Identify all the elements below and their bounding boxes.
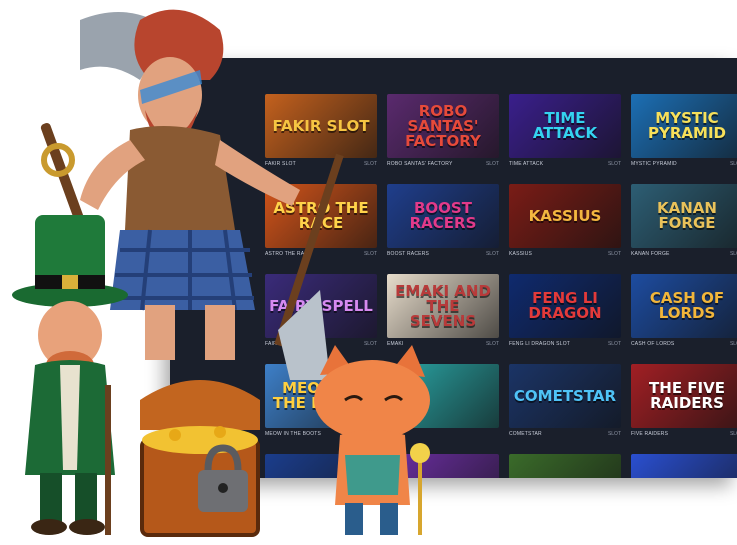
game-logo-text: KANAN FORGE bbox=[657, 199, 717, 232]
game-tile[interactable] bbox=[509, 454, 621, 478]
game-logo-text: FENG LI DRAGON bbox=[528, 289, 602, 322]
game-type: Slot bbox=[729, 431, 737, 437]
game-thumbnail[interactable]: BOOST RACERS bbox=[387, 184, 499, 248]
game-tile[interactable]: TIME ATTACK Time Attack Slot bbox=[509, 94, 621, 170]
game-tile[interactable]: BOOST RACERS Boost Racers Slot bbox=[387, 184, 499, 260]
game-name: Robo Santas' Factory bbox=[387, 161, 453, 167]
game-type: Slot bbox=[729, 161, 737, 167]
game-meta: Kassius Slot bbox=[509, 248, 621, 260]
game-thumbnail[interactable]: FENG LI DRAGON bbox=[509, 274, 621, 338]
game-tile[interactable]: THE FIVE RAIDERS Five Raiders Slot bbox=[631, 364, 737, 440]
game-name: Cash of Lords bbox=[631, 341, 675, 347]
game-tile[interactable]: TAKE IT bbox=[631, 454, 737, 478]
game-logo-text: COMETSTAR bbox=[513, 386, 617, 405]
game-thumbnail[interactable]: TIME ATTACK bbox=[509, 94, 621, 158]
game-type: Slot bbox=[607, 161, 621, 167]
game-tile[interactable]: COMETSTAR Cometstar Slot bbox=[509, 364, 621, 440]
game-tile[interactable]: KANAN FORGE Kanan Forge Slot bbox=[631, 184, 737, 260]
game-type: Slot bbox=[485, 251, 499, 257]
game-type: Slot bbox=[363, 251, 377, 257]
game-tile[interactable]: ROBO SANTAS' FACTORY Robo Santas' Factory… bbox=[387, 94, 499, 170]
game-thumbnail[interactable]: MYSTIC PYRAMID bbox=[631, 94, 737, 158]
game-meta: Five Raiders Slot bbox=[631, 428, 737, 440]
leprechaun-character bbox=[12, 215, 128, 535]
game-thumbnail[interactable]: CASH OF LORDS bbox=[631, 274, 737, 338]
game-thumbnail[interactable]: KANAN FORGE bbox=[631, 184, 737, 248]
game-logo-text: KASSIUS bbox=[528, 206, 602, 225]
game-type: Slot bbox=[363, 161, 377, 167]
game-thumbnail[interactable]: COMETSTAR bbox=[509, 364, 621, 428]
game-thumbnail[interactable]: ROBO SANTAS' FACTORY bbox=[387, 94, 499, 158]
game-name: Feng Li Dragon Slot bbox=[509, 341, 571, 347]
game-thumbnail[interactable]: EMAKI AND THE SEVENS bbox=[387, 274, 499, 338]
game-meta: Mystic Pyramid Slot bbox=[631, 158, 737, 170]
game-meta: Time Attack Slot bbox=[509, 158, 621, 170]
game-tile[interactable]: CASH OF LORDS Cash of Lords Slot bbox=[631, 274, 737, 350]
game-logo-text: EMAKI AND THE SEVENS bbox=[395, 281, 491, 330]
game-logo-text: ROBO SANTAS' FACTORY bbox=[405, 101, 481, 150]
game-meta: Cometstar Slot bbox=[509, 428, 621, 440]
game-meta: Kanan Forge Slot bbox=[631, 248, 737, 260]
game-name: Five Raiders bbox=[631, 431, 669, 437]
treasure-chest bbox=[140, 380, 260, 537]
game-tile[interactable]: MYSTIC PYRAMID Mystic Pyramid Slot bbox=[631, 94, 737, 170]
game-meta: Boost Racers Slot bbox=[387, 248, 499, 260]
game-tile[interactable]: KASSIUS Kassius Slot bbox=[509, 184, 621, 260]
cat-character bbox=[314, 345, 430, 535]
game-logo-text: MYSTIC PYRAMID bbox=[648, 109, 726, 142]
game-thumbnail[interactable]: THE FIVE RAIDERS bbox=[631, 364, 737, 428]
game-thumbnail[interactable]: TAKE IT bbox=[631, 454, 737, 478]
game-name: Time Attack bbox=[509, 161, 544, 167]
game-meta: Robo Santas' Factory Slot bbox=[387, 158, 499, 170]
game-meta: Feng Li Dragon Slot Slot bbox=[509, 338, 621, 350]
game-type: Slot bbox=[607, 251, 621, 257]
game-meta: Cash of Lords Slot bbox=[631, 338, 737, 350]
game-logo-text: THE FIVE RAIDERS bbox=[649, 379, 725, 412]
game-logo-text: BOOST RACERS bbox=[409, 199, 477, 232]
game-name: Mystic Pyramid bbox=[631, 161, 677, 167]
game-thumbnail[interactable]: KASSIUS bbox=[509, 184, 621, 248]
game-type: Slot bbox=[729, 251, 737, 257]
game-name: Boost Racers bbox=[387, 251, 430, 257]
game-tile[interactable]: EMAKI AND THE SEVENS Emaki Slot bbox=[387, 274, 499, 350]
game-type: Slot bbox=[607, 341, 621, 347]
game-type: Slot bbox=[729, 341, 737, 347]
game-logo-text: CASH OF LORDS bbox=[649, 289, 725, 322]
game-type: Slot bbox=[485, 341, 499, 347]
game-name: Kassius bbox=[509, 251, 533, 257]
game-logo-text: TIME ATTACK bbox=[532, 109, 598, 142]
game-tile[interactable]: FENG LI DRAGON Feng Li Dragon Slot Slot bbox=[509, 274, 621, 350]
game-type: Slot bbox=[607, 431, 621, 437]
game-name: Kanan Forge bbox=[631, 251, 670, 257]
game-name: Cometstar bbox=[509, 431, 542, 437]
game-type: Slot bbox=[485, 161, 499, 167]
game-thumbnail[interactable] bbox=[509, 454, 621, 478]
